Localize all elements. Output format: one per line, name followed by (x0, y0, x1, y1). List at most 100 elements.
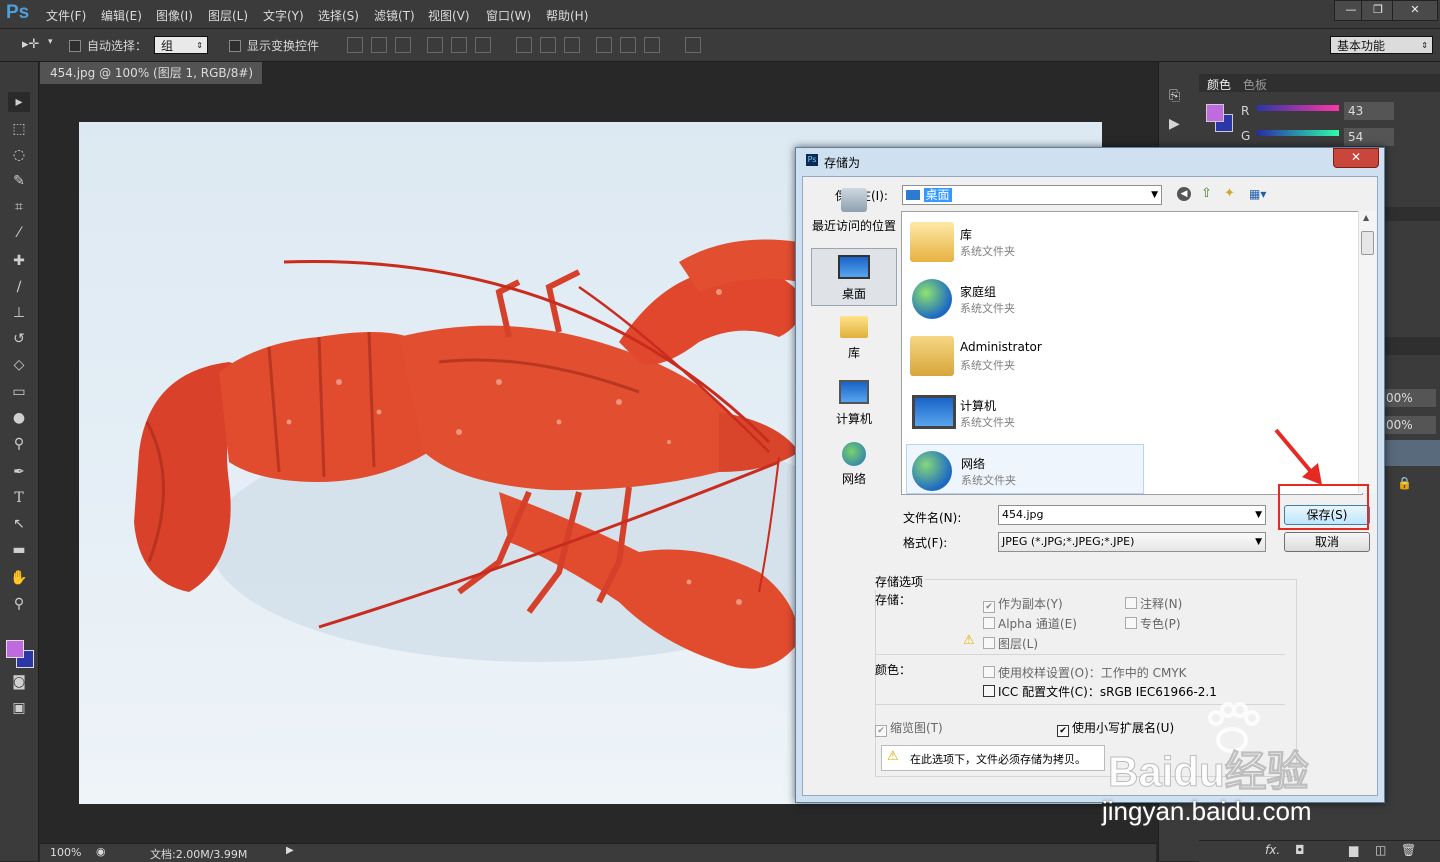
view-menu-icon[interactable]: ▦▾ (1249, 187, 1266, 201)
dialog-close-button[interactable]: ✕ (1333, 148, 1379, 168)
play-arrow-icon[interactable]: ▶ (286, 845, 294, 856)
icc-profile-checkbox[interactable]: ICC 配置文件(C)：sRGB IEC61966-2.1 (983, 683, 1217, 700)
list-item[interactable]: 计算机 系统文件夹 (906, 387, 1144, 437)
align-left-icon[interactable] (427, 37, 443, 53)
move-tool-icon[interactable]: ▸ (8, 92, 30, 112)
menu-image[interactable]: 图像(I) (156, 7, 193, 24)
show-transform-checkbox[interactable] (229, 38, 241, 52)
list-item[interactable]: Administrator 系统文件夹 (906, 330, 1144, 380)
place-network[interactable]: 网络 (811, 436, 897, 494)
tab-color[interactable]: 颜色 (1207, 76, 1231, 93)
mask-icon[interactable]: ◘ (1295, 843, 1305, 857)
align-right-icon[interactable] (475, 37, 491, 53)
blur-tool-icon[interactable]: ● (8, 408, 30, 428)
folder-icon[interactable]: ▆ (1349, 843, 1358, 857)
thumbnail-checkbox[interactable]: ✔ 缩览图(T) (875, 719, 943, 737)
as-copy-checkbox[interactable]: ✔ 作为副本(Y) (983, 595, 1063, 613)
quick-mask-icon[interactable]: ◙ (8, 672, 30, 692)
marquee-tool-icon[interactable]: ⬚ (8, 119, 30, 139)
history-brush-tool-icon[interactable]: ↺ (8, 329, 30, 349)
menu-file[interactable]: 文件(F) (46, 7, 86, 24)
crop-tool-icon[interactable]: ⌗ (8, 197, 30, 217)
opacity-value[interactable]: 00% (1384, 389, 1436, 407)
workspace-dropdown[interactable]: 基本功能 ⇕ (1330, 36, 1433, 54)
eyedropper-tool-icon[interactable]: ⁄ (8, 223, 30, 243)
healing-brush-tool-icon[interactable]: ✚ (8, 251, 30, 271)
distribute-bottom-icon[interactable] (564, 37, 580, 53)
channel-g-value[interactable]: 54 (1344, 128, 1394, 146)
dodge-tool-icon[interactable]: ⚲ (8, 434, 30, 454)
menu-type[interactable]: 文字(Y) (263, 7, 304, 24)
align-hcenter-icon[interactable] (451, 37, 467, 53)
distribute-hcenter-icon[interactable] (620, 37, 636, 53)
scroll-thumb[interactable] (1361, 231, 1374, 255)
path-select-tool-icon[interactable]: ↖ (8, 514, 30, 534)
eraser-tool-icon[interactable]: ◇ (8, 355, 30, 375)
up-folder-icon[interactable]: ⇧ (1201, 186, 1212, 201)
shape-tool-icon[interactable]: ▬ (8, 540, 30, 560)
filename-input[interactable]: 454.jpg ▼ (998, 505, 1266, 525)
menu-filter[interactable]: 滤镜(T) (374, 7, 415, 24)
fill-value[interactable]: 00% (1384, 416, 1436, 434)
auto-select-checkbox[interactable] (69, 38, 81, 52)
fx-icon[interactable]: fx. (1265, 843, 1280, 857)
align-top-icon[interactable] (347, 37, 363, 53)
trash-icon[interactable]: 🗑 (1401, 843, 1416, 857)
align-bottom-icon[interactable] (395, 37, 411, 53)
move-tool-preset-icon[interactable]: ▸✛ (22, 37, 39, 52)
back-icon[interactable]: ◀ (1177, 187, 1191, 201)
channel-g-slider[interactable] (1257, 130, 1339, 136)
list-item[interactable]: 家庭组 系统文件夹 (906, 273, 1144, 323)
layer-row-selected[interactable] (1384, 440, 1440, 466)
tab-swatches[interactable]: 色板 (1243, 76, 1267, 93)
new-layer-icon[interactable]: ◫ (1375, 843, 1386, 857)
place-library[interactable]: 库 (811, 312, 897, 370)
type-tool-icon[interactable]: T (8, 488, 30, 508)
place-desktop[interactable]: 桌面 (811, 248, 897, 306)
menu-select[interactable]: 选择(S) (318, 7, 359, 24)
save-in-dropdown[interactable]: 桌面 ▼ (902, 185, 1162, 205)
cancel-button[interactable]: 取消 (1284, 532, 1370, 552)
zoom-tool-icon[interactable]: ⚲ (8, 594, 30, 614)
history-panel-icon[interactable]: ⎘ (1169, 88, 1180, 104)
lock-icon[interactable]: 🔒 (1397, 476, 1412, 490)
file-list-scrollbar[interactable]: ▲ (1358, 211, 1376, 493)
foreground-color-swatch[interactable] (6, 640, 24, 658)
alpha-checkbox[interactable]: Alpha 通道(E) (983, 615, 1077, 632)
layers-checkbox[interactable]: 图层(L) (983, 635, 1038, 652)
auto-align-icon[interactable] (685, 37, 701, 53)
menu-edit[interactable]: 编辑(E) (101, 7, 142, 24)
auto-select-dropdown[interactable]: 组 ⇕ (154, 36, 208, 54)
brush-tool-icon[interactable]: ∕ (8, 277, 30, 297)
actions-panel-icon[interactable]: ▶ (1169, 116, 1180, 132)
channel-r-slider[interactable] (1257, 105, 1339, 111)
place-recent[interactable]: 最近访问的位置 (811, 186, 897, 244)
distribute-vcenter-icon[interactable] (540, 37, 556, 53)
lasso-tool-icon[interactable]: ◌ (8, 145, 30, 165)
chevron-down-icon[interactable]: ▾ (48, 37, 53, 47)
pen-tool-icon[interactable]: ✒ (8, 462, 30, 482)
menu-window[interactable]: 窗口(W) (486, 7, 531, 24)
restore-button[interactable]: ❐ (1361, 0, 1395, 21)
panel-fg-color[interactable] (1206, 104, 1224, 122)
notes-checkbox[interactable]: 注释(N) (1125, 595, 1182, 612)
align-vcenter-icon[interactable] (371, 37, 387, 53)
spot-color-checkbox[interactable]: 专色(P) (1125, 615, 1181, 632)
status-menu-icon[interactable]: ◉ (96, 845, 106, 858)
close-window-button[interactable]: ✕ (1392, 0, 1438, 21)
channel-r-value[interactable]: 43 (1344, 102, 1394, 120)
scroll-up-icon[interactable]: ▲ (1363, 213, 1369, 222)
stamp-tool-icon[interactable]: ⊥ (8, 303, 30, 323)
gradient-tool-icon[interactable]: ▭ (8, 382, 30, 402)
format-dropdown[interactable]: JPEG (*.JPG;*.JPEG;*.JPE) ▼ (998, 532, 1266, 552)
document-tab[interactable]: 454.jpg @ 100% (图层 1, RGB/8#) * × (40, 62, 262, 102)
new-folder-icon[interactable]: ✦ (1224, 186, 1235, 201)
zoom-level[interactable]: 100% (50, 846, 81, 859)
distribute-left-icon[interactable] (596, 37, 612, 53)
proof-setup-checkbox[interactable]: 使用校样设置(O)：工作中的 CMYK (983, 664, 1187, 681)
place-computer[interactable]: 计算机 (811, 374, 897, 432)
quick-select-tool-icon[interactable]: ✎ (8, 171, 30, 191)
distribute-right-icon[interactable] (644, 37, 660, 53)
menu-layer[interactable]: 图层(L) (208, 7, 248, 24)
hand-tool-icon[interactable]: ✋ (8, 568, 30, 588)
